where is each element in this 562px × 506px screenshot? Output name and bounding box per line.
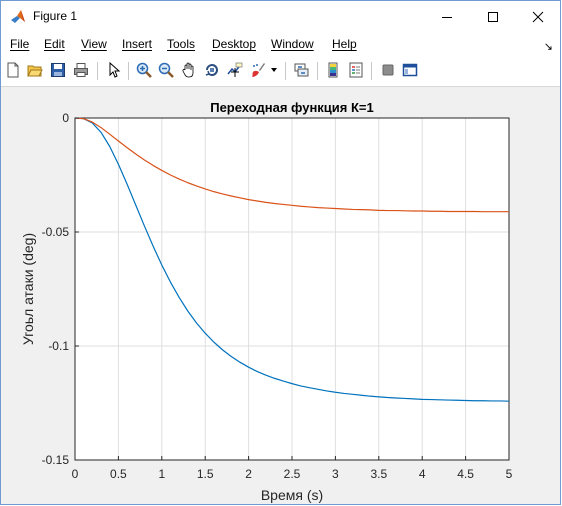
plot-area[interactable]: 0 0.5 1 1.5 2 2.5 3 3.5 4 4.5 5 0 -0.05 -0.1 -0.15 Пер…: [1, 87, 561, 505]
x-tick-label: 3.5: [370, 467, 387, 481]
x-tick-label: 1: [158, 467, 165, 481]
menu-edit[interactable]: Edit: [44, 37, 65, 51]
minimize-button[interactable]: [424, 1, 470, 32]
show-plot-tools-button[interactable]: [400, 60, 420, 80]
maximize-icon: [488, 11, 498, 22]
x-tick-label: 5: [506, 467, 513, 481]
menu-tools[interactable]: Tools: [167, 37, 195, 51]
minimize-icon: [442, 16, 452, 18]
link-plot-button[interactable]: [291, 60, 311, 80]
dock-figure-icon[interactable]: ↘: [544, 40, 553, 53]
rotate-3d-button[interactable]: [202, 60, 222, 80]
x-tick-label: 0: [72, 467, 79, 481]
print-icon: [74, 63, 88, 77]
menu-file[interactable]: File: [10, 37, 29, 51]
title-bar[interactable]: Figure 1: [1, 1, 560, 32]
print-button[interactable]: [71, 60, 91, 80]
rotate-3d-icon: [205, 64, 218, 76]
brush-dropdown-icon: [271, 68, 277, 72]
zoom-in-icon: [136, 62, 152, 78]
hide-plot-tools-button[interactable]: [378, 60, 398, 80]
zoom-out-icon: [158, 62, 174, 78]
zoom-out-button[interactable]: [156, 60, 176, 80]
link-plot-icon: [294, 63, 309, 77]
zoom-in-button[interactable]: [134, 60, 154, 80]
pan-button[interactable]: [179, 60, 199, 80]
y-tick-label: -0.15: [42, 453, 70, 467]
pan-icon: [182, 62, 194, 78]
x-tick-label: 1.5: [197, 467, 214, 481]
brush-dropdown-button[interactable]: [268, 60, 280, 80]
open-file-icon: [27, 65, 43, 77]
toolbar-separator: [285, 62, 286, 80]
x-tick-label: 3: [332, 467, 339, 481]
menu-help[interactable]: Help: [332, 37, 357, 51]
figure-canvas: 0 0.5 1 1.5 2 2.5 3 3.5 4 4.5 5 0 -0.05 -0.1 -0.15 Пер…: [1, 87, 561, 505]
pointer-icon: [109, 62, 121, 78]
x-tick-label: 4: [419, 467, 426, 481]
y-axis-label: Угоьл атаки (deg): [20, 233, 36, 345]
close-button[interactable]: [515, 1, 560, 32]
brush-button[interactable]: [248, 60, 268, 80]
toolbar-separator: [128, 62, 129, 80]
hide-plot-tools-icon: [382, 64, 394, 76]
window-title: Figure 1: [33, 9, 78, 23]
menu-window[interactable]: Window: [271, 37, 314, 51]
y-tick-label: -0.05: [42, 225, 70, 239]
toolbar-separator: [97, 62, 98, 80]
data-cursor-button[interactable]: [225, 60, 245, 80]
matlab-logo-icon: [11, 10, 25, 23]
colorbar-icon: [328, 62, 338, 78]
toolbar-separator: [371, 62, 372, 80]
close-icon: [532, 11, 544, 22]
figure-window: Figure 1 File Edit View Insert Tools Des…: [0, 0, 561, 505]
insert-legend-button[interactable]: [346, 60, 366, 80]
maximize-button[interactable]: [470, 1, 516, 32]
new-figure-icon: [7, 62, 19, 78]
save-icon: [51, 63, 65, 77]
data-cursor-icon: [227, 62, 243, 77]
legend-icon: [349, 62, 363, 78]
menu-desktop[interactable]: Desktop: [212, 37, 256, 51]
y-tick-label: -0.1: [48, 339, 69, 353]
brush-icon: [252, 63, 265, 77]
figure-toolbar: [1, 56, 560, 87]
menu-bar: File Edit View Insert Tools Desktop Wind…: [1, 32, 560, 56]
x-tick-label: 2.5: [284, 467, 301, 481]
show-plot-tools-icon: [402, 63, 418, 77]
x-axis-label: Время (s): [261, 487, 323, 503]
menu-view[interactable]: View: [81, 37, 107, 51]
open-file-button[interactable]: [25, 60, 45, 80]
x-tick-label: 4.5: [457, 467, 474, 481]
toolbar-separator: [317, 62, 318, 80]
pointer-button[interactable]: [104, 60, 124, 80]
menu-insert[interactable]: Insert: [122, 37, 152, 51]
x-tick-label: 0.5: [110, 467, 127, 481]
y-tick-label: 0: [62, 111, 69, 125]
insert-colorbar-button[interactable]: [323, 60, 343, 80]
x-tick-label: 2: [245, 467, 252, 481]
save-button[interactable]: [48, 60, 68, 80]
chart-title: Переходная функция К=1: [210, 100, 374, 115]
new-figure-button[interactable]: [3, 60, 23, 80]
